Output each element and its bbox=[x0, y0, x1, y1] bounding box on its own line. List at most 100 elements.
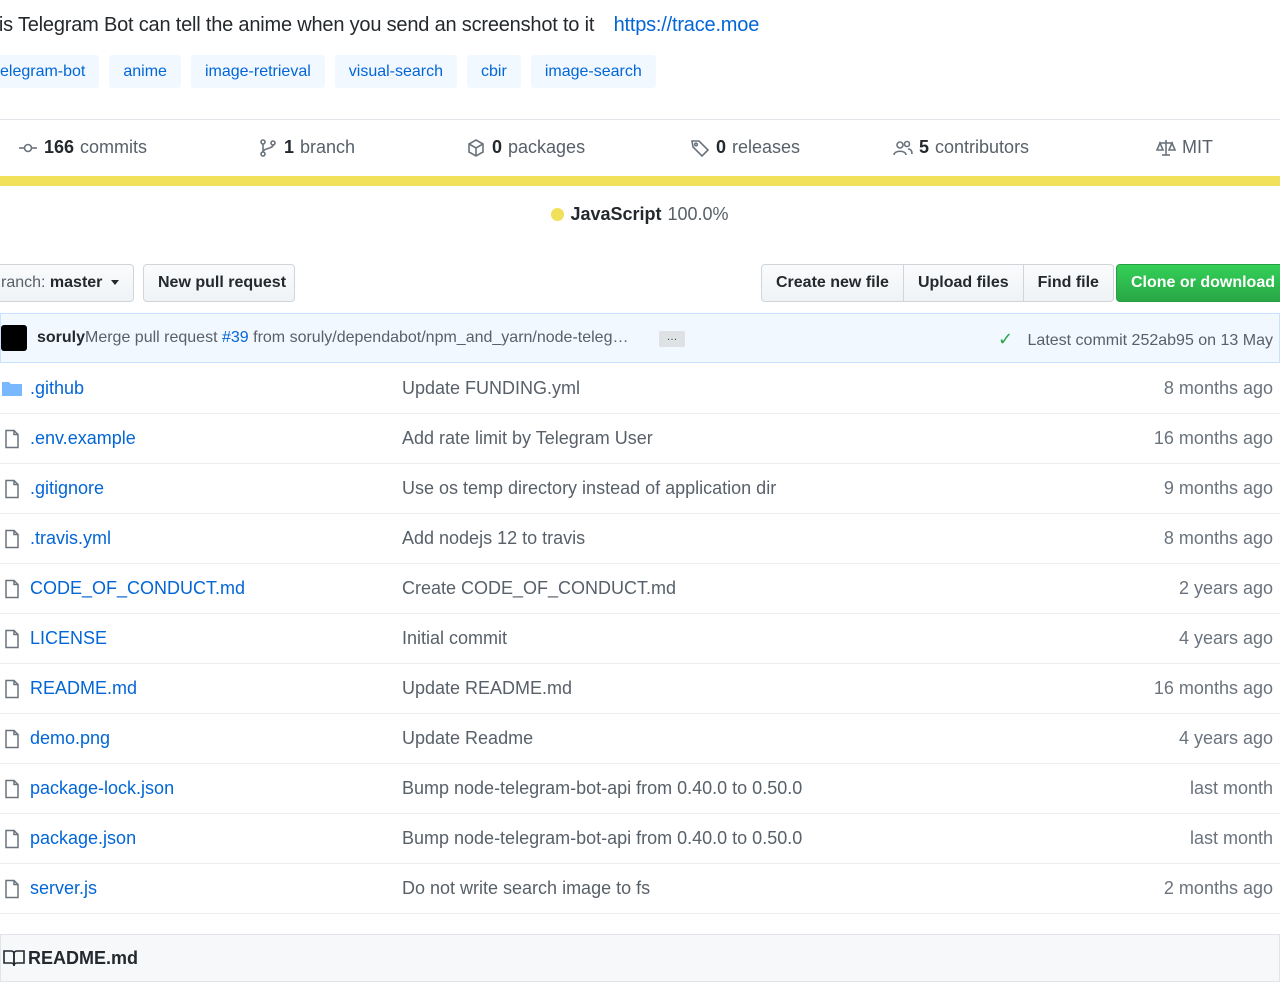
file-commit-message[interactable]: Initial commit bbox=[402, 628, 507, 649]
topic-list: elegram-bot anime image-retrieval visual… bbox=[0, 55, 656, 88]
repo-summary: 166 commits 1 branch 0 packages 0 releas… bbox=[0, 119, 1280, 175]
file-name-link[interactable]: package.json bbox=[30, 828, 136, 849]
file-icon bbox=[2, 829, 22, 849]
branch-select-button[interactable]: ranch: master bbox=[0, 264, 134, 302]
avatar[interactable] bbox=[1, 325, 27, 351]
file-commit-message[interactable]: Update Readme bbox=[402, 728, 533, 749]
file-commit-age: 2 years ago bbox=[1178, 578, 1273, 598]
book-icon bbox=[3, 950, 25, 967]
file-commit-message[interactable]: Add rate limit by Telegram User bbox=[402, 428, 653, 449]
file-icon bbox=[2, 679, 22, 699]
new-pull-request-button[interactable]: New pull request bbox=[143, 264, 295, 302]
commit-message-prefix: Merge pull request bbox=[85, 329, 218, 346]
license-link[interactable]: MIT bbox=[1156, 137, 1213, 158]
file-commit-message[interactable]: Add nodejs 12 to travis bbox=[402, 528, 585, 549]
commit-message[interactable]: Merge pull request #39 from soruly/depen… bbox=[85, 329, 628, 347]
branches-count: 1 bbox=[284, 137, 295, 157]
commit-author[interactable]: soruly bbox=[37, 329, 85, 347]
releases-label: releases bbox=[732, 137, 801, 157]
file-name-link[interactable]: CODE_OF_CONDUCT.md bbox=[30, 578, 245, 599]
file-icon bbox=[2, 579, 22, 599]
file-name-link[interactable]: README.md bbox=[30, 678, 137, 699]
file-commit-age: 16 months ago bbox=[1153, 428, 1273, 448]
table-row: README.md Update README.md 16 months ago bbox=[0, 664, 1280, 714]
file-commit-age: 9 months ago bbox=[1163, 478, 1273, 498]
file-icon bbox=[2, 479, 22, 499]
expand-commit-button[interactable]: … bbox=[659, 331, 685, 347]
file-name-link[interactable]: .github bbox=[30, 378, 84, 399]
file-commit-age: 8 months ago bbox=[1163, 378, 1273, 398]
latest-commit-text: Latest commit 252ab95 on 13 May bbox=[1027, 332, 1273, 349]
releases-count: 0 bbox=[716, 137, 727, 157]
packages-link[interactable]: 0 packages bbox=[466, 137, 585, 158]
topic-tag[interactable]: image-retrieval bbox=[190, 55, 325, 88]
people-icon bbox=[893, 140, 913, 155]
topic-tag[interactable]: elegram-bot bbox=[0, 55, 100, 88]
readme-title: README.md bbox=[28, 947, 139, 968]
package-icon bbox=[468, 138, 484, 157]
file-commit-age: 4 years ago bbox=[1178, 728, 1273, 748]
file-name-link[interactable]: LICENSE bbox=[30, 628, 107, 649]
file-name-link[interactable]: package-lock.json bbox=[30, 778, 174, 799]
file-commit-message[interactable]: Update FUNDING.yml bbox=[402, 378, 580, 399]
file-commit-age: 16 months ago bbox=[1153, 678, 1273, 698]
language-name: JavaScript bbox=[570, 203, 662, 224]
file-commit-message[interactable]: Use os temp directory instead of applica… bbox=[402, 478, 776, 499]
file-icon bbox=[2, 729, 22, 749]
homepage-link[interactable]: https://trace.moe bbox=[614, 14, 760, 36]
topic-tag[interactable]: anime bbox=[109, 55, 181, 88]
contributors-link[interactable]: 5 contributors bbox=[893, 137, 1029, 158]
table-row: .travis.yml Add nodejs 12 to travis 8 mont… bbox=[0, 514, 1280, 564]
file-commit-message[interactable]: Bump node-telegram-bot-api from 0.40.0 t… bbox=[402, 828, 802, 849]
commits-link[interactable]: 166 commits bbox=[18, 137, 147, 158]
language-bar[interactable] bbox=[0, 176, 1280, 186]
caret-down-icon bbox=[110, 280, 119, 286]
file-icon bbox=[2, 779, 22, 799]
clone-label: Clone or download bbox=[1131, 274, 1275, 291]
contributors-count: 5 bbox=[919, 137, 930, 157]
releases-link[interactable]: 0 releases bbox=[690, 137, 800, 158]
repo-description: his Telegram Bot can tell the anime when… bbox=[0, 14, 759, 37]
file-commit-message[interactable]: Do not write search image to fs bbox=[402, 878, 650, 899]
create-new-file-button[interactable]: Create new file bbox=[761, 264, 904, 302]
table-row: server.js Do not write search image to fs… bbox=[0, 864, 1280, 914]
commit-icon bbox=[19, 143, 37, 152]
latest-commit-info[interactable]: ✓ Latest commit 252ab95 on 13 May bbox=[998, 329, 1273, 350]
readme-header: README.md bbox=[0, 934, 1280, 982]
packages-label: packages bbox=[508, 137, 586, 157]
commit-message-suffix: from soruly/dependabot/npm_and_yarn/node… bbox=[253, 329, 629, 346]
find-file-button[interactable]: Find file bbox=[1022, 264, 1114, 302]
description-text: his Telegram Bot can tell the anime when… bbox=[0, 14, 595, 36]
language-color-dot bbox=[551, 207, 565, 221]
file-name-link[interactable]: .env.example bbox=[30, 428, 136, 449]
file-name-link[interactable]: .travis.yml bbox=[30, 528, 111, 549]
table-row: demo.png Update Readme 4 years ago bbox=[0, 714, 1280, 764]
upload-files-button[interactable]: Upload files bbox=[902, 264, 1024, 302]
topic-tag[interactable]: image-search bbox=[530, 55, 656, 88]
topic-tag[interactable]: visual-search bbox=[334, 55, 458, 88]
branch-label: ranch: bbox=[1, 274, 46, 291]
file-name-link[interactable]: demo.png bbox=[30, 728, 110, 749]
table-row: package-lock.json Bump node-telegram-bot-… bbox=[0, 764, 1280, 814]
file-icon bbox=[2, 879, 22, 899]
table-row: package.json Bump node-telegram-bot-api f… bbox=[0, 814, 1280, 864]
file-icon bbox=[2, 629, 22, 649]
branches-link[interactable]: 1 branch bbox=[258, 137, 355, 158]
file-name-link[interactable]: server.js bbox=[30, 878, 97, 899]
clone-or-download-button[interactable]: Clone or download bbox=[1116, 264, 1280, 302]
check-icon: ✓ bbox=[997, 329, 1014, 349]
file-name-link[interactable]: .gitignore bbox=[30, 478, 104, 499]
file-commit-message[interactable]: Create CODE_OF_CONDUCT.md bbox=[402, 578, 676, 599]
file-commit-age: last month bbox=[1189, 828, 1273, 848]
pull-request-link[interactable]: #39 bbox=[222, 329, 249, 346]
file-commit-message[interactable]: Bump node-telegram-bot-api from 0.40.0 t… bbox=[402, 778, 802, 799]
license-name: MIT bbox=[1182, 137, 1213, 157]
table-row: .github Update FUNDING.yml 8 months ago bbox=[0, 364, 1280, 414]
topic-tag[interactable]: cbir bbox=[467, 55, 521, 88]
branch-icon bbox=[260, 138, 276, 157]
file-commit-message[interactable]: Update README.md bbox=[402, 678, 572, 699]
table-row: CODE_OF_CONDUCT.md Create CODE_OF_CONDUCT… bbox=[0, 564, 1280, 614]
branch-name: master bbox=[49, 274, 103, 291]
table-row: .gitignore Use os temp directory instead … bbox=[0, 464, 1280, 514]
file-list: .github Update FUNDING.yml 8 months ago .en… bbox=[0, 364, 1280, 914]
